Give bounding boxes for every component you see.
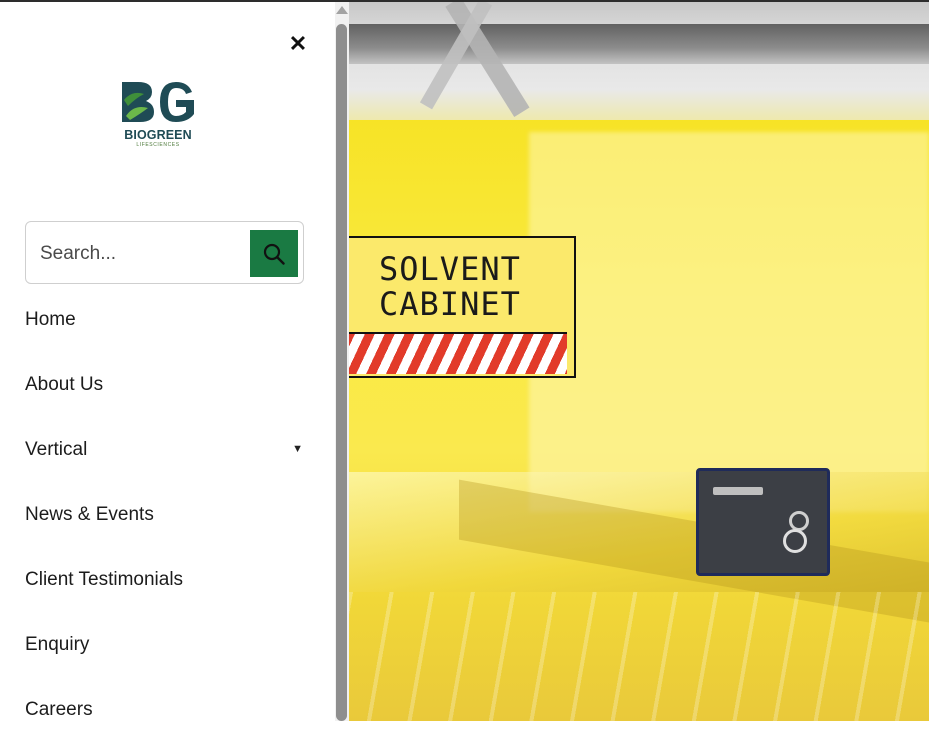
search-icon	[263, 243, 285, 265]
menu-item-label: News & Events	[25, 504, 154, 525]
menu-item-label: Client Testimonials	[25, 569, 184, 590]
menu-item-home[interactable]: Home	[25, 289, 305, 354]
logo-mark-icon	[122, 82, 194, 122]
photo-glare	[529, 132, 929, 512]
logo-brand-text: BIOGREEN	[124, 128, 192, 142]
photo-ceiling-band	[349, 24, 929, 64]
menu-item-news-events[interactable]: News & Events	[25, 484, 305, 549]
side-drawer: ✕ BIOGREEN LIFESCIENCES Home About Us Ve…	[0, 2, 335, 721]
device-knob	[783, 529, 807, 553]
menu-item-label: About Us	[25, 374, 104, 395]
device-knob	[789, 511, 809, 531]
scroll-thumb[interactable]	[336, 24, 347, 721]
menu-item-label: Home	[25, 309, 76, 330]
menu-item-label: Careers	[25, 699, 93, 720]
menu-item-vertical[interactable]: Vertical ▼	[25, 419, 305, 484]
menu-item-label: Vertical	[25, 439, 88, 460]
close-icon[interactable]: ✕	[286, 32, 310, 56]
nav-menu: Home About Us Vertical ▼ News & Events Cl…	[25, 289, 305, 744]
menu-item-careers[interactable]: Careers	[25, 679, 305, 744]
menu-item-client-testimonials[interactable]: Client Testimonials	[25, 549, 305, 614]
photo-floor	[349, 592, 929, 721]
background-photo: SOLVENT CABINET	[349, 2, 929, 721]
solvent-cabinet-sign: SOLVENT CABINET	[349, 236, 576, 378]
logo-tagline-text: LIFESCIENCES	[136, 142, 180, 148]
search-input[interactable]	[38, 238, 247, 270]
menu-item-about-us[interactable]: About Us	[25, 354, 305, 419]
sign-hazard-stripes	[349, 332, 567, 374]
scroll-up-arrow-icon[interactable]	[336, 6, 348, 14]
menu-item-label: Enquiry	[25, 634, 90, 655]
photo-ceiling	[349, 2, 929, 127]
search-box	[25, 221, 304, 284]
sign-line-2: CABINET	[379, 285, 521, 323]
sign-line-1: SOLVENT	[379, 250, 521, 288]
sign-text: SOLVENT CABINET	[379, 252, 521, 322]
device-bar	[713, 487, 763, 495]
logo[interactable]: BIOGREEN LIFESCIENCES	[118, 76, 198, 150]
wall-device	[696, 468, 830, 576]
drawer-scrollbar[interactable]	[335, 2, 349, 721]
search-button[interactable]	[250, 230, 298, 277]
caret-down-icon[interactable]: ▼	[292, 443, 303, 455]
menu-item-enquiry[interactable]: Enquiry	[25, 614, 305, 679]
